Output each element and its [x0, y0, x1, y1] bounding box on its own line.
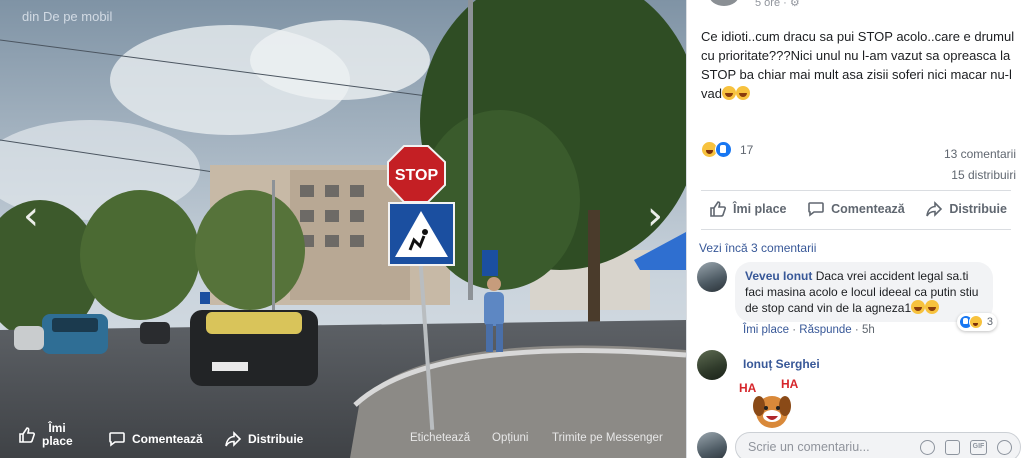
comment-meta: Îmi place · Răspunde · 5h [743, 324, 875, 336]
haha-dog-sticker: HA HA [739, 377, 799, 428]
share-label: Distribuie [949, 202, 1007, 216]
comment-icon [109, 432, 125, 447]
tag-photo-link[interactable]: Etichetează [410, 432, 470, 444]
send-messenger-link[interactable]: Trimite pe Messenger [552, 432, 663, 444]
photo-viewer: STOP din De pe mobil ‹ › Îmi place Comen… [0, 0, 686, 458]
laughing-emoji-icon [911, 300, 926, 314]
gif-icon[interactable]: GIF [970, 439, 987, 455]
like-icon [19, 427, 35, 443]
photo-share-button[interactable]: Distribuie [224, 430, 303, 448]
comment-reactions[interactable]: 3 [956, 313, 997, 331]
post-stats: 13 comentarii 15 distribuiri [944, 144, 1016, 186]
photo-source-text: din De pe mobil [22, 9, 113, 24]
laughing-emoji-icon [735, 86, 750, 100]
like-button[interactable]: Îmi place [701, 200, 795, 218]
share-icon [926, 201, 943, 217]
laughing-emoji-icon [721, 86, 736, 100]
comment-reply-link[interactable]: Răspunde [799, 324, 851, 336]
chevron-left-icon[interactable]: ‹ [18, 196, 44, 236]
reaction-summary[interactable]: 17 [701, 141, 753, 158]
comment-like-link[interactable]: Îmi place [743, 324, 789, 336]
like-icon [710, 201, 726, 217]
view-more-comments-link[interactable]: Vezi încă 3 comentarii [699, 241, 816, 255]
post-author-avatar[interactable] [709, 0, 739, 6]
post-timestamp[interactable]: 5 ore · ⚙ [755, 0, 800, 9]
photo-like-button[interactable]: Îmi place [18, 421, 73, 448]
shares-count[interactable]: 15 distribuiri [944, 165, 1016, 186]
reaction-count: 17 [740, 142, 754, 157]
sticker-ha-left: HA [739, 381, 757, 395]
comment-reaction-count: 3 [986, 316, 993, 328]
share-icon [225, 431, 242, 447]
comment-composer: Scrie un comentariu... GIF [697, 432, 1021, 458]
comment-time[interactable]: 5h [862, 324, 875, 336]
comment-icon [808, 202, 824, 217]
emoji-icon[interactable] [920, 439, 935, 455]
avatar [697, 432, 727, 458]
camera-icon[interactable] [945, 439, 960, 455]
sticker-ha-right: HA [781, 377, 799, 391]
svg-text:STOP: STOP [395, 167, 439, 184]
photo-comment-button[interactable]: Comentează [108, 430, 203, 448]
street-photo: STOP [0, 0, 686, 458]
comment-bubble: Veveu Ionut Daca vrei accident legal sa.… [735, 262, 997, 331]
like-label: Îmi place [733, 202, 787, 216]
chevron-right-icon[interactable]: › [642, 196, 668, 236]
comment-author[interactable]: Ionuț Serghei [743, 357, 820, 371]
sticker-icon[interactable] [997, 439, 1012, 455]
comments-count[interactable]: 13 comentarii [944, 144, 1016, 165]
divider [701, 190, 1011, 191]
photo-action-bar: Îmi place Comentează Distribuie Etichete… [0, 418, 686, 458]
post-panel: 5 ore · ⚙ Ce idioti..cum dracu sa pui ST… [686, 0, 1024, 458]
photo-options-link[interactable]: Opțiuni [492, 432, 528, 444]
photo-share-label: Distribuie [248, 432, 304, 446]
share-button[interactable]: Distribuie [917, 200, 1015, 218]
avatar[interactable] [697, 350, 727, 380]
comment-button[interactable]: Comentează [799, 200, 913, 218]
post-body: Ce idioti..cum dracu sa pui STOP acolo..… [701, 27, 1019, 103]
haha-reaction-icon [968, 315, 983, 329]
avatar[interactable] [697, 262, 727, 292]
divider [701, 229, 1011, 230]
comment-input-placeholder: Scrie un comentariu... [748, 440, 870, 454]
photo-comment-label: Comentează [132, 432, 203, 446]
comment-author[interactable]: Veveu Ionut [745, 269, 812, 283]
laughing-emoji-icon [925, 300, 940, 314]
post-time-text: 5 ore [755, 0, 781, 9]
photo-like-label: Îmi place [42, 421, 73, 448]
like-reaction-icon [715, 141, 732, 158]
post-actions: Îmi place Comentează Distribuie [701, 196, 1015, 222]
comment-item [697, 350, 727, 380]
comment-input[interactable]: Scrie un comentariu... GIF [735, 432, 1021, 458]
comment-item: Veveu Ionut Daca vrei accident legal sa.… [697, 262, 997, 331]
comment-label: Comentează [831, 202, 905, 216]
